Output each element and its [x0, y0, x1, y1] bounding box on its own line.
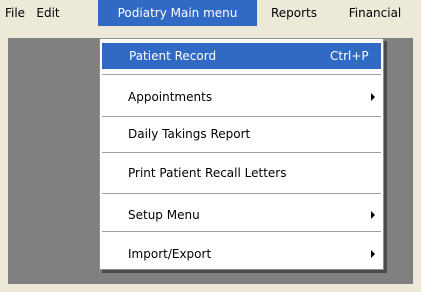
menu-item-shortcut: Ctrl+P: [330, 49, 369, 63]
menu-item-appointments[interactable]: Appointments: [101, 80, 382, 114]
menu-item-label: Import/Export: [128, 247, 212, 261]
menu-financial[interactable]: Financial: [333, 0, 417, 26]
menu-separator: [102, 231, 381, 232]
menu-item-setup-menu[interactable]: Setup Menu: [101, 198, 382, 232]
menu-item-label: Daily Takings Report: [128, 127, 251, 141]
menu-file[interactable]: File: [0, 0, 30, 26]
menu-separator: [102, 152, 381, 153]
menu-podiatry-main[interactable]: Podiatry Main menu: [98, 0, 257, 26]
podiatry-main-menu-dropdown: Patient Record Ctrl+P Appointments Daily…: [99, 38, 384, 270]
menu-item-label: Appointments: [128, 90, 213, 104]
menu-bar: File Edit Podiatry Main menu Reports Fin…: [0, 0, 421, 26]
menu-separator: [102, 74, 381, 75]
menu-edit[interactable]: Edit: [32, 0, 64, 26]
menu-item-import-export[interactable]: Import/Export: [101, 237, 382, 271]
menu-item-patient-record[interactable]: Patient Record Ctrl+P: [102, 43, 381, 69]
menu-item-daily-takings-report[interactable]: Daily Takings Report: [101, 117, 382, 151]
menu-item-label: Print Patient Recall Letters: [128, 166, 287, 180]
menu-item-print-patient-recall-letters[interactable]: Print Patient Recall Letters: [101, 156, 382, 190]
application-window: File Edit Podiatry Main menu Reports Fin…: [0, 0, 421, 292]
menu-item-label: Patient Record: [129, 49, 217, 63]
menu-separator: [102, 193, 381, 194]
menu-item-label: Setup Menu: [128, 208, 200, 222]
menu-reports[interactable]: Reports: [258, 0, 330, 26]
